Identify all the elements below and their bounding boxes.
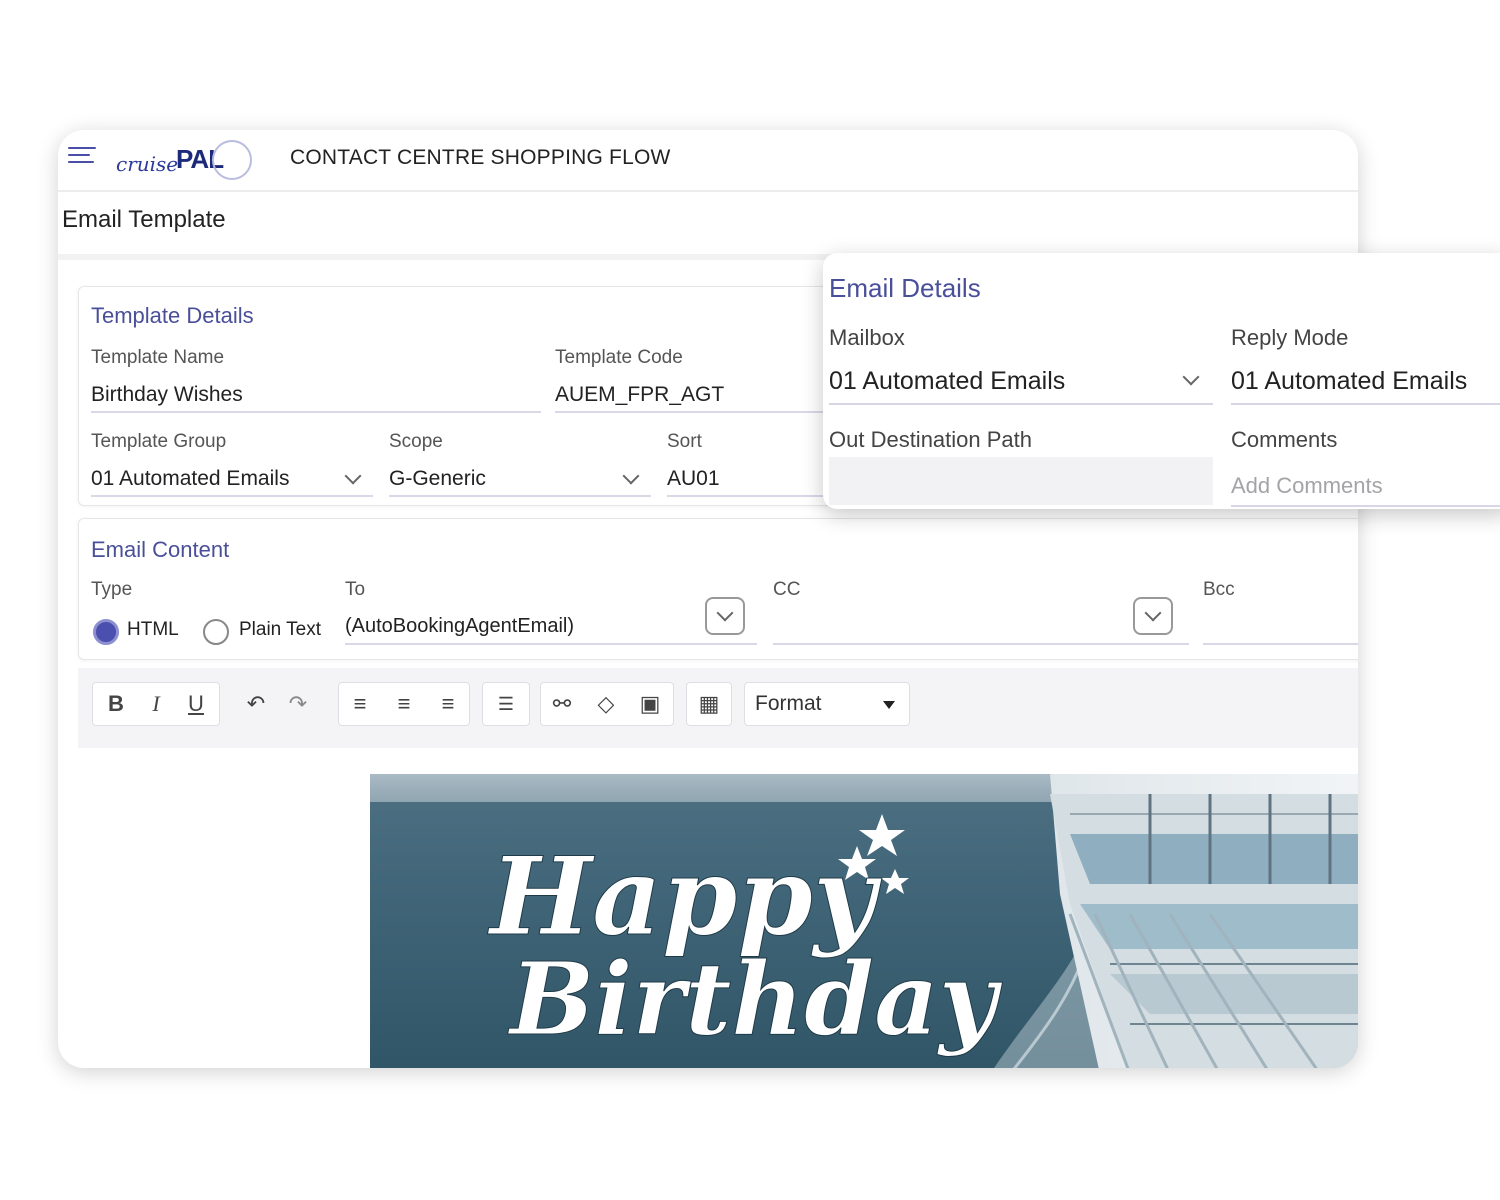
image-icon[interactable]: ▣ <box>631 683 669 725</box>
alignment-group: ≡ ≡ ≡ <box>338 682 470 726</box>
logo-ring-icon <box>212 140 252 180</box>
scope-select[interactable]: G-Generic <box>389 467 486 491</box>
sort-label: Sort <box>667 431 702 452</box>
comments-input[interactable]: Add Comments <box>1231 473 1383 499</box>
email-content-card: Email Content Type HTML Plain Text To (A… <box>78 518 1358 660</box>
to-dropdown-button[interactable] <box>705 597 745 635</box>
template-group-underline <box>91 495 373 497</box>
comments-label: Comments <box>1231 427 1338 452</box>
comments-underline <box>1231 505 1500 507</box>
template-group-select[interactable]: 01 Automated Emails <box>91 467 289 491</box>
history-group: ↶ ↷ <box>234 682 324 726</box>
template-details-heading: Template Details <box>91 303 254 328</box>
sort-underline <box>667 495 847 497</box>
numbered-list-icon[interactable]: ☰ <box>487 683 525 725</box>
birthday-banner-image: Happy Birthday <box>370 774 1358 1068</box>
bcc-label: Bcc <box>1203 579 1235 600</box>
email-content-heading: Email Content <box>91 537 230 562</box>
format-select[interactable]: Format <box>744 682 910 726</box>
type-label: Type <box>91 579 133 600</box>
type-html-label[interactable]: HTML <box>127 619 179 641</box>
template-name-input[interactable]: Birthday Wishes <box>91 383 243 407</box>
table-group: ▦ <box>686 682 732 726</box>
mailbox-underline <box>829 403 1213 405</box>
to-underline <box>345 643 757 645</box>
anchor-icon[interactable]: ◇ <box>587 683 625 725</box>
mailbox-label: Mailbox <box>829 325 905 350</box>
to-input[interactable]: (AutoBookingAgentEmail) <box>345 615 574 638</box>
cc-label: CC <box>773 579 801 600</box>
scope-chevron-icon[interactable] <box>622 467 640 485</box>
template-name-label: Template Name <box>91 347 225 368</box>
banner-artwork: Happy Birthday <box>370 774 1358 1068</box>
redo-icon[interactable]: ↷ <box>279 683 317 725</box>
mailbox-select[interactable]: 01 Automated Emails <box>829 367 1065 396</box>
align-center-icon[interactable]: ≡ <box>385 683 423 725</box>
template-group-label: Template Group <box>91 431 227 452</box>
insert-group: ⚯ ◇ ▣ <box>540 682 674 726</box>
bcc-underline <box>1203 643 1358 645</box>
type-html-radio[interactable] <box>93 619 119 645</box>
text-style-group: B I U <box>92 682 220 726</box>
scope-underline <box>389 495 651 497</box>
out-destination-path-label: Out Destination Path <box>829 427 1033 452</box>
template-group-chevron-icon[interactable] <box>344 467 362 485</box>
mailbox-chevron-icon[interactable] <box>1182 368 1200 386</box>
email-details-heading: Email Details <box>829 273 981 303</box>
template-name-underline <box>91 411 541 413</box>
banner-line-birthday: Birthday <box>507 940 1003 1058</box>
hamburger-menu-icon[interactable] <box>68 147 96 169</box>
sort-input[interactable]: AU01 <box>667 467 720 491</box>
align-right-icon[interactable]: ≡ <box>429 683 467 725</box>
chevron-down-icon <box>716 604 734 622</box>
to-label: To <box>345 579 366 600</box>
template-code-input[interactable]: AUEM_FPR_AGT <box>555 383 724 407</box>
reply-mode-label: Reply Mode <box>1231 325 1349 350</box>
email-details-overlay: Email Details Mailbox 01 Automated Email… <box>823 253 1500 509</box>
bold-button[interactable]: B <box>97 683 135 725</box>
cc-dropdown-button[interactable] <box>1133 597 1173 635</box>
link-icon[interactable]: ⚯ <box>543 683 581 725</box>
page-title: Email Template <box>62 206 226 233</box>
caret-down-icon <box>883 701 895 709</box>
chevron-down-icon <box>1144 604 1162 622</box>
top-bar: cruise PAL CONTACT CENTRE SHOPPING FLOW <box>58 130 1358 192</box>
cc-underline <box>773 643 1189 645</box>
app-title: CONTACT CENTRE SHOPPING FLOW <box>290 146 671 169</box>
type-plain-text-label[interactable]: Plain Text <box>239 619 321 641</box>
template-code-label: Template Code <box>555 347 683 368</box>
reply-mode-underline <box>1231 403 1500 405</box>
editor-toolbar: B I U ↶ ↷ ≡ ≡ ≡ ☰ ⚯ ◇ ▣ ▦ Format <box>78 668 1358 749</box>
logo-word: cruise <box>116 152 179 176</box>
align-left-icon[interactable]: ≡ <box>341 683 379 725</box>
cruisepal-logo: cruise PAL <box>116 138 252 182</box>
reply-mode-select[interactable]: 01 Automated Emails <box>1231 367 1467 396</box>
table-icon[interactable]: ▦ <box>690 683 728 725</box>
format-select-label: Format <box>755 692 822 715</box>
list-group: ☰ <box>482 682 530 726</box>
italic-button[interactable]: I <box>137 683 175 725</box>
scope-label: Scope <box>389 431 443 452</box>
template-code-underline <box>555 411 855 413</box>
out-destination-path-input[interactable] <box>829 457 1213 505</box>
underline-button[interactable]: U <box>177 683 215 725</box>
undo-icon[interactable]: ↶ <box>237 683 275 725</box>
type-plain-text-radio[interactable] <box>203 619 229 645</box>
